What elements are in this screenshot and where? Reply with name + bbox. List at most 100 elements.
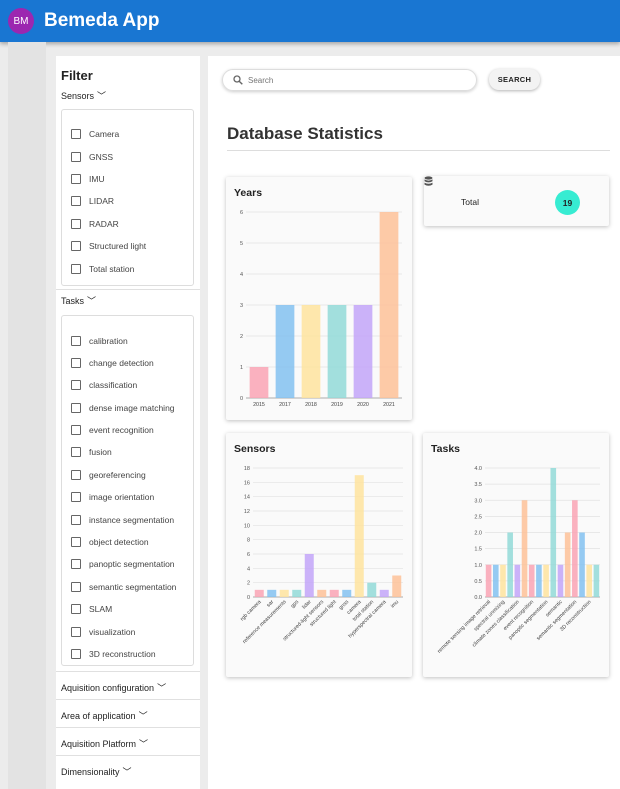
checkbox[interactable] <box>71 358 81 368</box>
checkbox[interactable] <box>71 196 81 206</box>
section-toggle-label: Area of application <box>61 710 136 721</box>
sensor-option-radar[interactable]: RADAR <box>71 219 119 229</box>
task-label: calibration <box>89 336 128 346</box>
sensor-option-camera[interactable]: Camera <box>71 129 119 139</box>
bar <box>514 564 521 597</box>
checkbox[interactable] <box>71 129 81 139</box>
dimensionality-toggle[interactable]: Dimensionality ﹀ <box>61 765 132 778</box>
divider <box>56 755 200 756</box>
checkbox[interactable] <box>71 425 81 435</box>
bar <box>317 589 327 597</box>
total-count-badge: 19 <box>555 190 580 215</box>
checkbox[interactable] <box>71 649 81 659</box>
x-tick-label: 2019 <box>331 402 343 408</box>
checkbox[interactable] <box>71 336 81 346</box>
database-icon <box>424 176 433 186</box>
sensor-label: LIDAR <box>89 196 115 206</box>
checkbox[interactable] <box>71 537 81 547</box>
filter-sidebar: Filter Sensors ﹀ Camera GNSS IMU LIDAR R… <box>56 56 200 789</box>
checkbox[interactable] <box>71 470 81 480</box>
sensors-toggle[interactable]: Sensors ﹀ <box>61 89 106 102</box>
task-option[interactable]: calibration <box>71 336 128 346</box>
y-tick-label: 18 <box>244 466 250 472</box>
bar <box>353 305 373 398</box>
x-tick-label: imu <box>390 599 400 609</box>
task-label: semantic segmentation <box>89 582 177 592</box>
task-label: 3D reconstruction <box>89 649 156 659</box>
total-label: Total <box>461 197 479 207</box>
task-option[interactable]: object detection <box>71 537 149 547</box>
x-tick-label: remote sensing image retrieval <box>437 599 492 654</box>
years-chart-card: Years 0 1 2 3 4 5 6 2015 2017 2018 2019 2020 2021 <box>226 177 412 420</box>
y-tick-label: 2 <box>247 581 250 587</box>
sensor-option-gnss[interactable]: GNSS <box>71 152 113 162</box>
left-gutter <box>8 42 46 789</box>
checkbox[interactable] <box>71 492 81 502</box>
checkbox[interactable] <box>71 380 81 390</box>
chevron-down-icon: ﹀ <box>138 711 148 721</box>
task-option[interactable]: georeferencing <box>71 470 146 480</box>
checkbox[interactable] <box>71 152 81 162</box>
y-tick-label: 6 <box>240 210 243 216</box>
sensor-label: RADAR <box>89 219 119 229</box>
checkbox[interactable] <box>71 241 81 251</box>
checkbox[interactable] <box>71 264 81 274</box>
aquisition-configuration-toggle[interactable]: Aquisition configuration ﹀ <box>61 681 166 694</box>
area-of-application-toggle[interactable]: Area of application ﹀ <box>61 709 148 722</box>
search-button[interactable]: SEARCH <box>489 69 540 90</box>
bar <box>342 589 352 597</box>
task-option[interactable]: event recognition <box>71 425 154 435</box>
tasks-filter-box: calibration change detection classificat… <box>61 315 194 666</box>
avatar[interactable]: BM <box>8 8 34 34</box>
x-tick-label: 2021 <box>383 402 395 408</box>
checkbox[interactable] <box>71 403 81 413</box>
checkbox[interactable] <box>71 582 81 592</box>
task-option[interactable]: semantic segmentation <box>71 582 176 592</box>
task-option[interactable]: change detection <box>71 358 154 368</box>
section-toggle-label: Dimensionality <box>61 766 120 777</box>
bar <box>249 367 269 398</box>
task-option[interactable]: dense image matching <box>71 403 175 413</box>
y-tick-label: 1.5 <box>474 547 482 553</box>
task-option[interactable]: image orientation <box>71 492 154 502</box>
y-tick-label: 3.5 <box>474 482 482 488</box>
sensor-option-structured-light[interactable]: Structured light <box>71 241 146 251</box>
task-option[interactable]: 3D reconstruction <box>71 649 156 659</box>
app-bar: BM Bemeda App <box>0 0 620 42</box>
checkbox[interactable] <box>71 515 81 525</box>
sensor-option-total-station[interactable]: Total station <box>71 264 134 274</box>
checkbox[interactable] <box>71 559 81 569</box>
search-bar[interactable] <box>222 69 477 91</box>
total-card: Total 19 <box>424 176 609 226</box>
task-option[interactable]: SLAM <box>71 604 112 614</box>
y-tick-label: 0.5 <box>474 579 482 585</box>
sensor-label: Structured light <box>89 241 147 251</box>
checkbox[interactable] <box>71 447 81 457</box>
task-option[interactable]: instance segmentation <box>71 515 174 525</box>
sensor-option-lidar[interactable]: LIDAR <box>71 196 114 206</box>
chevron-down-icon: ﹀ <box>122 767 132 777</box>
checkbox[interactable] <box>71 219 81 229</box>
sensors-filter-box: Camera GNSS IMU LIDAR RADAR Structured l… <box>61 109 194 286</box>
sensor-option-imu[interactable]: IMU <box>71 174 105 184</box>
task-option[interactable]: classification <box>71 380 137 390</box>
sensor-label: Camera <box>89 129 120 139</box>
task-option[interactable]: fusion <box>71 447 112 457</box>
aquisition-platform-toggle[interactable]: Aquisition Platform ﹀ <box>61 737 148 750</box>
bar <box>536 564 542 597</box>
checkbox[interactable] <box>71 604 81 614</box>
task-option[interactable]: panoptic segmentation <box>71 559 175 569</box>
task-option[interactable]: visualization <box>71 627 135 637</box>
search-input[interactable] <box>248 75 448 85</box>
search-icon <box>233 75 243 85</box>
app-title: Bemeda App <box>44 10 160 31</box>
y-tick-label: 0.0 <box>474 595 482 601</box>
checkbox[interactable] <box>71 627 81 637</box>
x-tick-label: gps <box>290 599 301 610</box>
sensors-bar-chart: 024681012141618rgb camera sarreference me… <box>239 466 403 645</box>
tasks-toggle[interactable]: Tasks ﹀ <box>61 294 96 307</box>
bar <box>528 564 535 597</box>
checkbox[interactable] <box>71 174 81 184</box>
task-label: event recognition <box>89 425 154 435</box>
y-tick-label: 2 <box>240 334 243 340</box>
